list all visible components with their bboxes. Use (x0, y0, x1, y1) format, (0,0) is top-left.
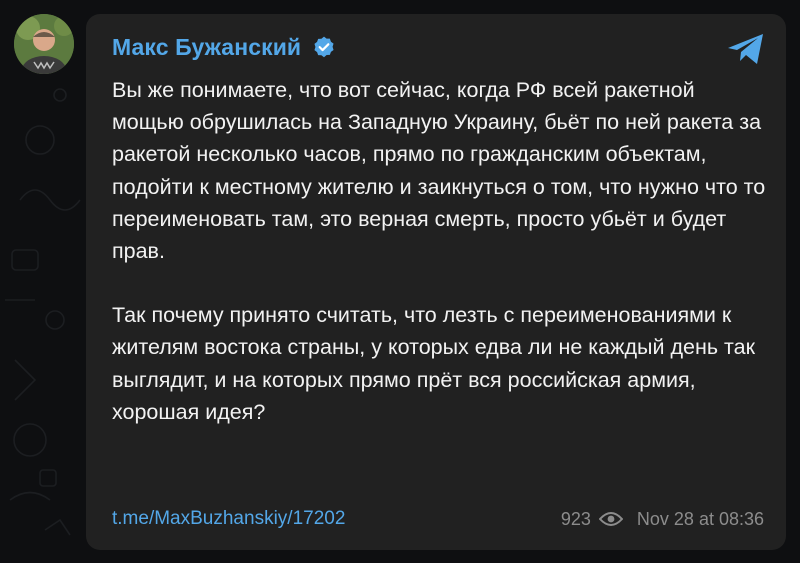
post-link[interactable]: t.me/MaxBuzhanskiy/17202 (112, 508, 345, 530)
telegram-icon[interactable] (726, 30, 766, 68)
avatar-image (14, 14, 74, 74)
author-name[interactable]: Макс Бужанский (112, 34, 301, 61)
message-text: Вы же понимаете, что вот сейчас, когда Р… (112, 74, 772, 428)
message-bubble: Макс Бужанский Вы же понимаете, что вот … (86, 14, 786, 550)
views-count: 923 (560, 508, 591, 529)
message-header: Макс Бужанский (112, 34, 337, 61)
author-avatar[interactable] (14, 14, 74, 74)
eye-icon (598, 512, 623, 526)
message-paragraph: Вы же понимаете, что вот сейчас, когда Р… (112, 78, 766, 264)
message-date: Nov 28 at 08:36 (636, 508, 764, 529)
message-meta: 923 Nov 28 at 08:36 (561, 509, 764, 530)
verified-badge-icon (314, 36, 334, 57)
message-footer: t.me/MaxBuzhanskiy/17202 923 Nov 28 at 0… (112, 504, 764, 534)
message-paragraph: Так почему принято считать, что лезть с … (112, 303, 755, 424)
